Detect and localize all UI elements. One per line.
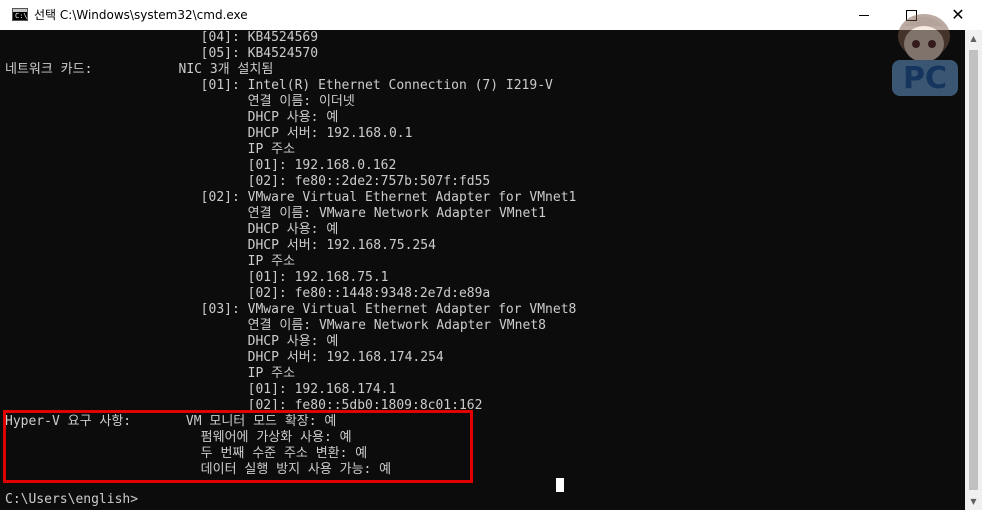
- command-prompt[interactable]: C:\Users\english>: [5, 492, 138, 508]
- console-line: DHCP 서버: 192.168.75.254: [5, 238, 436, 253]
- console-line: DHCP 사용: 예: [5, 110, 339, 125]
- console-line: [01]: 192.168.174.1: [5, 382, 397, 397]
- console-line: [01]: 192.168.0.162: [5, 158, 397, 173]
- console-line: [02]: fe80::1448:9348:2e7d:e89a: [5, 286, 491, 301]
- console-line: [02]: VMware Virtual Ethernet Adapter fo…: [5, 190, 577, 205]
- scroll-down-icon[interactable]: ▼: [965, 493, 982, 510]
- cmd-icon[interactable]: C:\: [12, 8, 28, 21]
- console-line: DHCP 서버: 192.168.174.254: [5, 350, 444, 365]
- window-title: 선택 C:\Windows\system32\cmd.exe: [34, 8, 248, 22]
- scroll-up-icon[interactable]: ▲: [965, 30, 982, 47]
- text-cursor: [556, 478, 564, 492]
- console-output[interactable]: [04]: KB4524569 [05]: KB4524570 네트워크 카드:…: [0, 30, 965, 510]
- console-line: [03]: VMware Virtual Ethernet Adapter fo…: [5, 302, 577, 317]
- minimize-icon: [859, 14, 869, 16]
- console-line: 네트워크 카드: NIC 3개 설치됨: [5, 62, 274, 77]
- console-line: IP 주소: [5, 254, 296, 269]
- console-line: [05]: KB4524570: [5, 46, 319, 61]
- title-bar[interactable]: C:\ 선택 C:\Windows\system32\cmd.exe ✕: [0, 0, 982, 30]
- console-line: [04]: KB4524569: [5, 30, 319, 45]
- scroll-thumb[interactable]: [969, 50, 978, 490]
- console-line: DHCP 사용: 예: [5, 222, 339, 237]
- console-line: DHCP 사용: 예: [5, 334, 339, 349]
- pc-mascot-watermark: PC: [892, 14, 958, 96]
- console-line: [02]: fe80::2de2:757b:507f:fd55: [5, 174, 491, 189]
- console-line: DHCP 서버: 192.168.0.1: [5, 126, 413, 141]
- console-line: IP 주소: [5, 366, 296, 381]
- console-line: IP 주소: [5, 142, 296, 157]
- console-line: 연결 이름: VMware Network Adapter VMnet8: [5, 318, 546, 333]
- watermark-text: PC: [903, 61, 947, 96]
- hyper-v-highlight-box: [3, 410, 473, 483]
- console-line: 연결 이름: VMware Network Adapter VMnet1: [5, 206, 546, 221]
- minimize-button[interactable]: [841, 0, 887, 30]
- console-line: [01]: 192.168.75.1: [5, 270, 389, 285]
- cmd-window: C:\ 선택 C:\Windows\system32\cmd.exe ✕ [04…: [0, 0, 982, 510]
- console-line: [01]: Intel(R) Ethernet Connection (7) I…: [5, 78, 553, 93]
- vertical-scrollbar[interactable]: ▲ ▼: [965, 30, 982, 510]
- console-line: 연결 이름: 이더넷: [5, 94, 355, 109]
